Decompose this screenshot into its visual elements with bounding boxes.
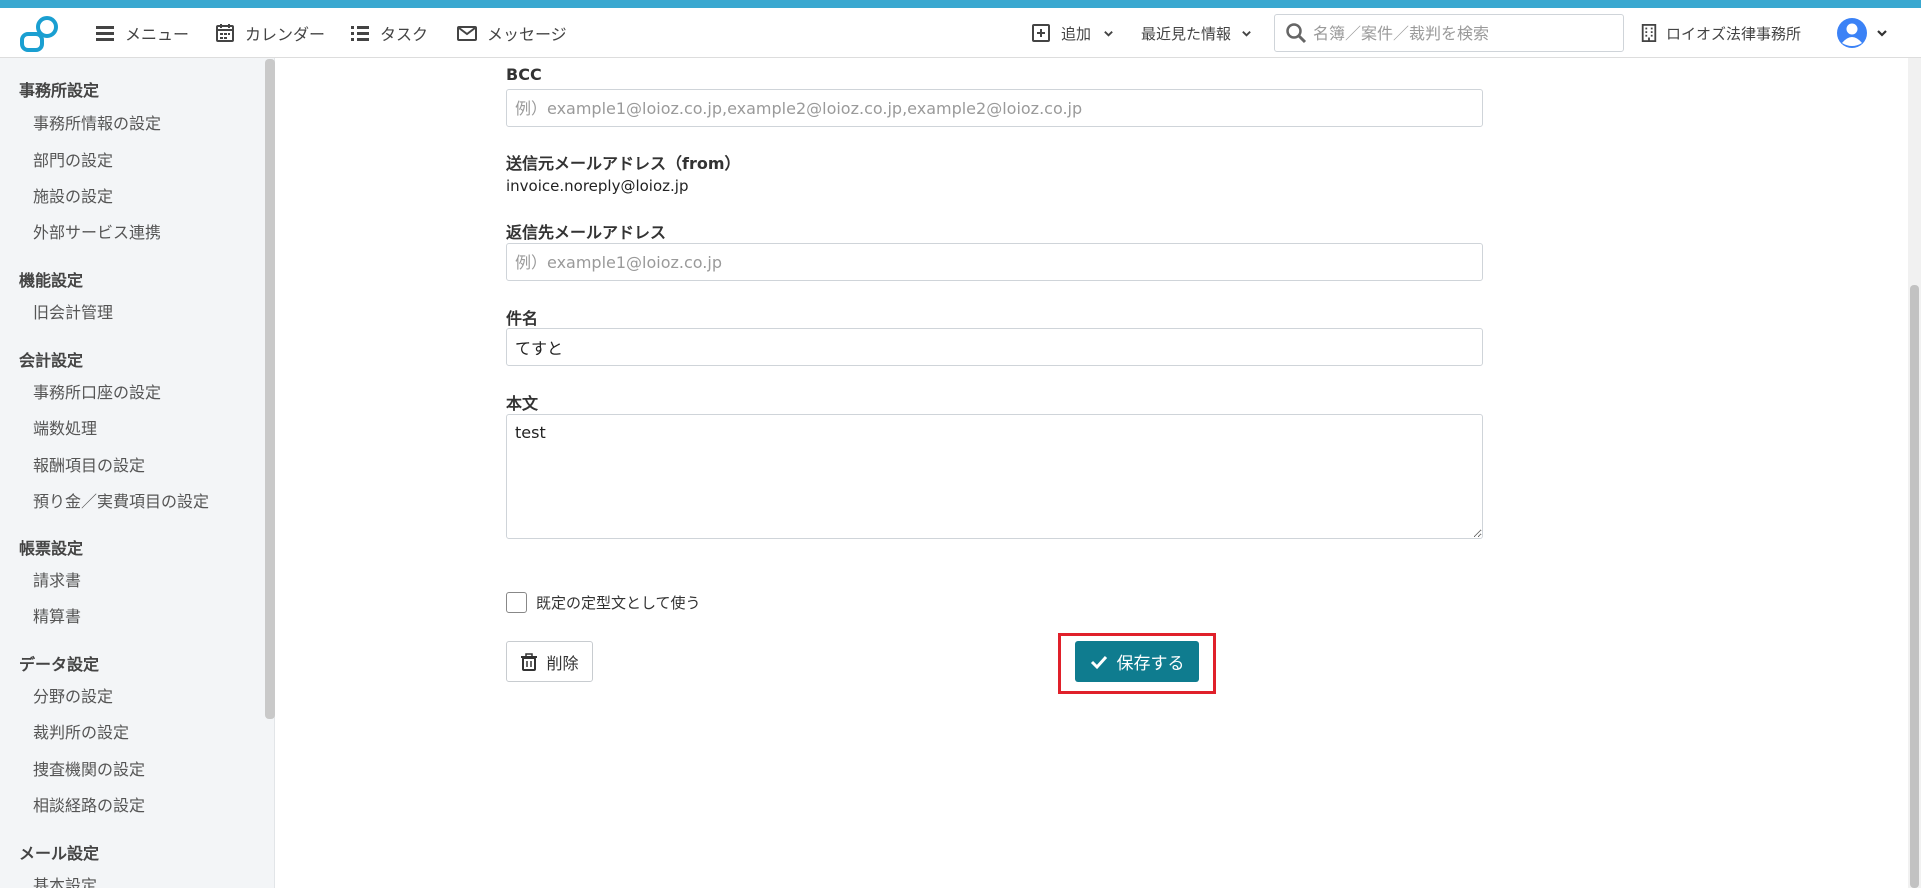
- plus-square-icon: [1032, 24, 1050, 42]
- messages-label: メッセージ: [487, 25, 567, 44]
- sidebar-item-fee-items[interactable]: 報酬項目の設定: [33, 452, 145, 476]
- chevron-down-icon: [1242, 30, 1251, 37]
- from-label: 送信元メールアドレス（from）: [506, 154, 741, 173]
- sidebar-item-legacy-accounting[interactable]: 旧会計管理: [33, 299, 113, 323]
- office-name: ロイオズ法律事務所: [1666, 24, 1802, 43]
- add-dropdown[interactable]: 追加: [1031, 8, 1114, 58]
- sidebar-item-facilities[interactable]: 施設の設定: [33, 183, 113, 207]
- save-label: 保存する: [1116, 654, 1185, 674]
- menu-label: メニュー: [125, 25, 190, 44]
- settings-sidebar: 事務所設定 事務所情報の設定 部門の設定 施設の設定 外部サービス連携 機能設定…: [0, 58, 275, 888]
- envelope-icon: [457, 26, 477, 41]
- body-textarea[interactable]: test: [506, 414, 1483, 539]
- delete-label: 削除: [546, 653, 579, 673]
- task-list-icon: [351, 26, 369, 41]
- calendar-nav[interactable]: カレンダー: [215, 8, 325, 58]
- app-logo[interactable]: [18, 14, 62, 54]
- sidebar-group-data: データ設定: [19, 655, 100, 674]
- chevron-down-icon: [1877, 30, 1887, 37]
- user-menu[interactable]: [1836, 8, 1888, 58]
- recent-label: 最近見た情報: [1141, 24, 1232, 43]
- global-search[interactable]: [1274, 14, 1624, 52]
- sidebar-item-basic-settings[interactable]: 基本設定: [33, 872, 97, 888]
- reply-to-label: 返信先メールアドレス: [506, 223, 667, 242]
- sidebar-item-statement[interactable]: 精算書: [33, 603, 81, 627]
- bcc-field[interactable]: [506, 89, 1483, 127]
- body-label: 本文: [506, 394, 539, 413]
- avatar-icon: [1837, 18, 1867, 48]
- subject-label: 件名: [506, 309, 539, 328]
- messages-nav[interactable]: メッセージ: [457, 8, 567, 58]
- sidebar-item-deposit-items[interactable]: 預り金／実費項目の設定: [33, 488, 209, 512]
- tasks-label: タスク: [380, 25, 429, 44]
- from-address-value: invoice.noreply@loioz.jp: [506, 177, 689, 195]
- top-accent-stripe: [0, 0, 1921, 8]
- building-icon: [1641, 24, 1657, 42]
- reply-to-field[interactable]: [506, 243, 1483, 281]
- sidebar-group-accounting: 会計設定: [19, 351, 84, 370]
- trash-icon: [521, 652, 538, 671]
- subject-field[interactable]: [506, 328, 1483, 366]
- default-template-checkbox[interactable]: [506, 592, 527, 613]
- sidebar-item-consultation-routes[interactable]: 相談経路の設定: [33, 792, 145, 816]
- sidebar-item-invoice[interactable]: 請求書: [33, 567, 81, 591]
- sidebar-item-courts[interactable]: 裁判所の設定: [33, 719, 129, 743]
- sidebar-item-office-info[interactable]: 事務所情報の設定: [33, 110, 161, 134]
- sidebar-item-rounding[interactable]: 端数処理: [33, 415, 97, 439]
- sidebar-item-office-accounts[interactable]: 事務所口座の設定: [33, 379, 161, 403]
- sidebar-group-forms: 帳票設定: [19, 539, 84, 558]
- calendar-label: カレンダー: [245, 25, 326, 44]
- menu-nav[interactable]: メニュー: [95, 8, 189, 58]
- chevron-down-icon: [1104, 30, 1113, 37]
- main-scrollbar-thumb[interactable]: [1910, 285, 1919, 888]
- search-icon: [1286, 23, 1307, 44]
- save-button[interactable]: 保存する: [1075, 641, 1199, 682]
- search-input[interactable]: [1313, 23, 1613, 43]
- sidebar-group-office: 事務所設定: [19, 81, 100, 100]
- check-icon: [1090, 655, 1107, 669]
- office-selector[interactable]: ロイオズ法律事務所: [1640, 8, 1801, 58]
- tasks-nav[interactable]: タスク: [350, 8, 428, 58]
- calendar-icon: [216, 24, 234, 42]
- sidebar-group-mail: メール設定: [19, 844, 100, 863]
- sidebar-item-external-services[interactable]: 外部サービス連携: [33, 219, 161, 243]
- add-label: 追加: [1061, 24, 1092, 43]
- bcc-label: BCC: [506, 65, 542, 84]
- sidebar-scrollbar[interactable]: [265, 59, 275, 719]
- hamburger-icon: [96, 26, 114, 41]
- sidebar-item-fields[interactable]: 分野の設定: [33, 683, 113, 707]
- top-header: メニュー カレンダー タスク メッセージ 追加 最近見た情報 名簿／案件／裁判を…: [0, 8, 1921, 58]
- sidebar-group-features: 機能設定: [19, 271, 84, 290]
- sidebar-item-investigative-agencies[interactable]: 捜査機関の設定: [33, 756, 145, 780]
- default-template-label: 既定の定型文として使う: [536, 594, 701, 612]
- sidebar-item-departments[interactable]: 部門の設定: [33, 147, 113, 171]
- recent-dropdown[interactable]: 最近見た情報: [1141, 8, 1252, 58]
- delete-button[interactable]: 削除: [506, 641, 593, 682]
